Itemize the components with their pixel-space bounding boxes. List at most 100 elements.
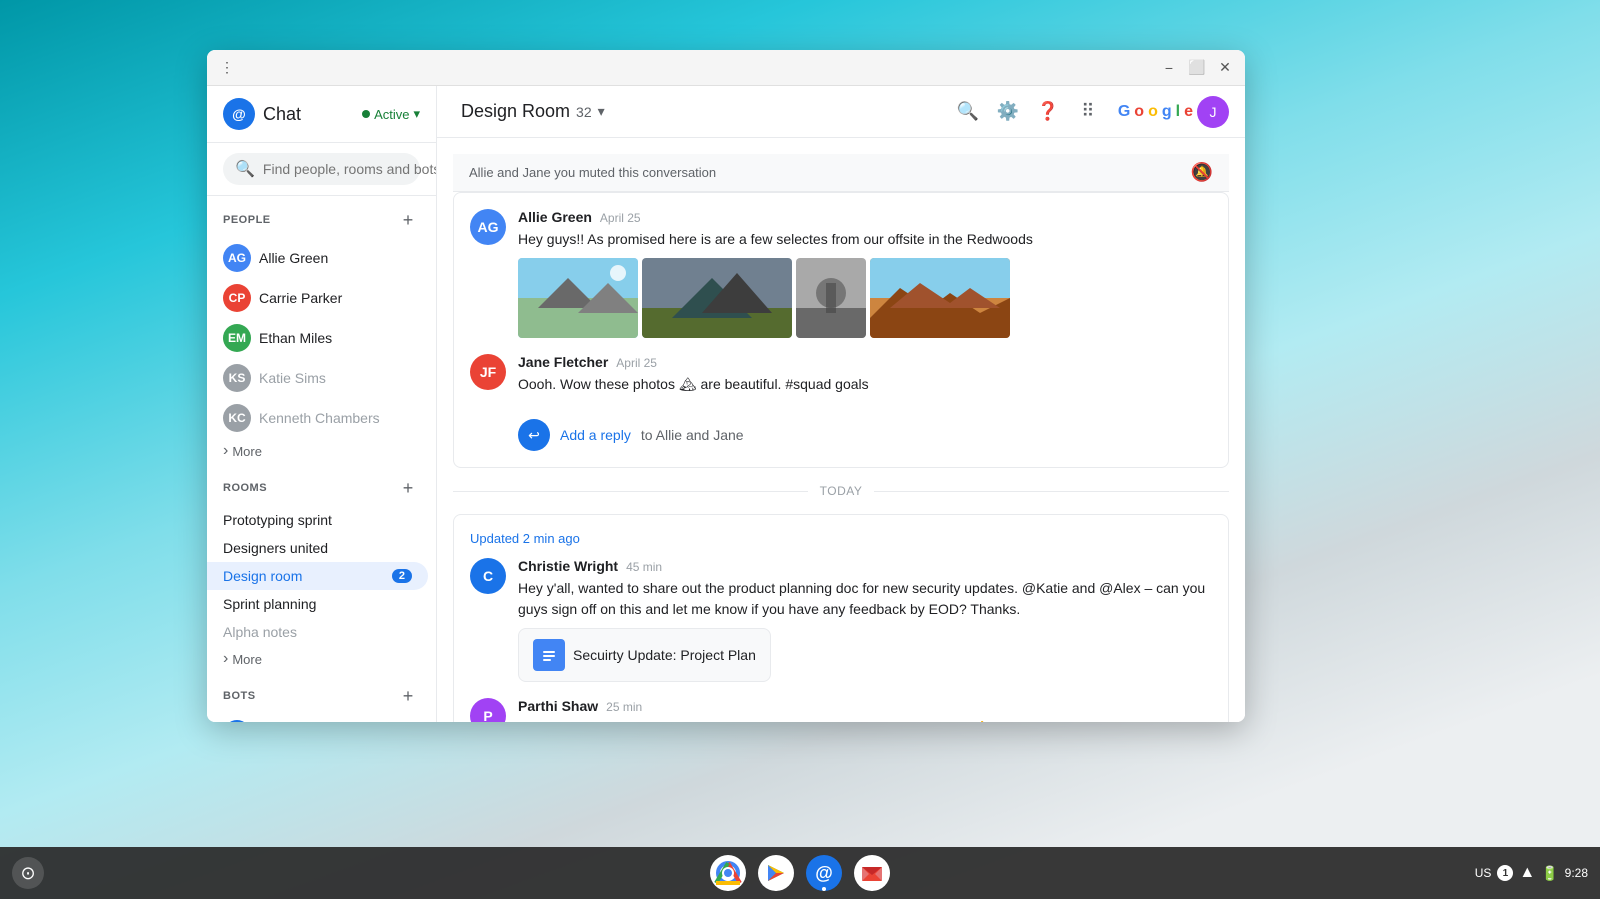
main-chat-area: Design Room 32 ▾ 🔍 ⚙️ ❓ ⠿ Google J <box>437 86 1245 722</box>
taskbar-left <box>12 857 44 889</box>
active-dot <box>726 887 730 891</box>
reply-to-label: to Allie and Jane <box>641 427 744 443</box>
image-thumbnail[interactable] <box>870 258 1010 338</box>
separator-line <box>453 491 808 492</box>
person-name: Kenneth Chambers <box>259 410 380 426</box>
people-item[interactable]: CP Carrie Parker <box>207 278 436 318</box>
avatar: AG <box>223 244 251 272</box>
region-label: US <box>1475 866 1492 880</box>
message: C Christie Wright 45 min Hey y'all, want… <box>470 558 1212 682</box>
avatar: KS <box>223 364 251 392</box>
room-item[interactable]: Sprint planning <box>207 590 436 618</box>
image-thumbnail[interactable] <box>642 258 792 338</box>
message-sender: Allie Green <box>518 209 592 225</box>
taskbar: @ US 1 ▲ 🔋 9:28 <box>0 847 1600 899</box>
message: JF Jane Fletcher April 25 Oooh. Wow thes… <box>470 354 1212 395</box>
message-header: Allie Green April 25 <box>518 209 1212 225</box>
wifi-icon: ▲ <box>1519 864 1535 882</box>
people-section-header: PEOPLE + <box>207 196 436 238</box>
taskbar-right: US 1 ▲ 🔋 9:28 <box>1475 864 1588 882</box>
message-content: Allie Green April 25 Hey guys!! As promi… <box>518 209 1212 338</box>
mute-notice: Allie and Jane you muted this conversati… <box>453 154 1229 192</box>
settings-button[interactable]: ⚙️ <box>990 94 1026 130</box>
chevron-down-icon: › <box>223 442 228 460</box>
file-attachment[interactable]: Secuirty Update: Project Plan <box>518 628 771 682</box>
mute-icon[interactable]: 🔕 <box>1191 162 1213 183</box>
chat-messages: Allie and Jane you muted this conversati… <box>437 138 1245 722</box>
reply-button[interactable]: ↩ <box>518 419 550 451</box>
people-item[interactable]: KC Kenneth Chambers <box>207 398 436 438</box>
header-actions: 🔍 ⚙️ ❓ ⠿ Google J <box>950 94 1229 130</box>
message-avatar: P <box>470 698 506 722</box>
more-label: More <box>232 652 262 667</box>
bots-section-header: BOTS + <box>207 672 436 714</box>
room-name: Alpha notes <box>223 624 297 640</box>
message-avatar: AG <box>470 209 506 245</box>
sidebar-search-area: 🔍 <box>207 143 436 196</box>
status-dropdown[interactable]: Active ▾ <box>362 106 420 122</box>
person-name: Carrie Parker <box>259 290 342 306</box>
room-name-label: Design Room <box>461 101 570 122</box>
room-item[interactable]: Prototyping sprint <box>207 506 436 534</box>
search-box[interactable]: 🔍 <box>223 153 420 185</box>
message-sender: Christie Wright <box>518 558 618 574</box>
people-item[interactable]: EM Ethan Miles <box>207 318 436 358</box>
close-button[interactable]: ✕ <box>1213 56 1237 80</box>
active-dot <box>822 887 826 891</box>
chat-header: Design Room 32 ▾ 🔍 ⚙️ ❓ ⠿ Google J <box>437 86 1245 138</box>
apps-button[interactable]: ⠿ <box>1070 94 1106 130</box>
battery-icon: 🔋 <box>1541 865 1558 882</box>
taskbar-icon-play-store[interactable] <box>756 853 796 893</box>
notification-badge: 1 <box>1497 865 1513 881</box>
dropdown-chevron-icon: ▾ <box>598 103 605 120</box>
message-time: 45 min <box>626 560 662 574</box>
person-name: Katie Sims <box>259 370 326 386</box>
thread-card: AG Allie Green April 25 Hey guys!! As pr… <box>453 192 1229 468</box>
minimize-button[interactable]: − <box>1157 56 1181 80</box>
maximize-button[interactable]: ⬜ <box>1185 56 1209 80</box>
room-name: Design room <box>223 568 302 584</box>
message-avatar: JF <box>470 354 506 390</box>
message-sender: Parthi Shaw <box>518 698 598 714</box>
add-bot-button[interactable]: + <box>396 684 420 708</box>
room-item[interactable]: Alpha notes <box>207 618 436 646</box>
day-label: TODAY <box>820 484 863 498</box>
image-thumbnail[interactable] <box>796 258 866 338</box>
room-item[interactable]: Designers united <box>207 534 436 562</box>
room-name-button[interactable]: Design Room 32 ▾ <box>453 97 613 126</box>
bot-avatar: @ <box>223 720 251 722</box>
message-content: Parthi Shaw 25 min Looks great. I added … <box>518 698 1212 722</box>
room-item-active[interactable]: Design room 2 <box>207 562 428 590</box>
rooms-section-title: ROOMS <box>223 482 267 494</box>
message-sender: Jane Fletcher <box>518 354 608 370</box>
status-dot <box>362 110 370 118</box>
add-room-button[interactable]: + <box>396 476 420 500</box>
bot-item[interactable]: @ Chat <box>207 714 436 722</box>
message-header: Parthi Shaw 25 min <box>518 698 1212 714</box>
search-button[interactable]: 🔍 <box>950 94 986 130</box>
title-bar-menu-button[interactable]: ⋮ <box>215 56 239 80</box>
add-person-button[interactable]: + <box>396 208 420 232</box>
taskbar-status: US 1 ▲ 🔋 9:28 <box>1475 864 1588 882</box>
message-text: Oooh. Wow these photos 🏔 are beautiful. … <box>518 374 1212 395</box>
message-avatar: C <box>470 558 506 594</box>
taskbar-icon-gmail[interactable] <box>852 853 892 893</box>
message-text: Looks great. I added some small comments… <box>518 718 1212 722</box>
launcher-button[interactable] <box>12 857 44 889</box>
search-input[interactable] <box>263 161 437 177</box>
show-more-people[interactable]: › More <box>207 438 436 464</box>
avatar: CP <box>223 284 251 312</box>
room-name: Prototyping sprint <box>223 512 332 528</box>
taskbar-icon-chrome[interactable] <box>708 853 748 893</box>
image-thumbnail[interactable] <box>518 258 638 338</box>
show-more-rooms[interactable]: › More <box>207 646 436 672</box>
add-reply-link[interactable]: Add a reply <box>560 427 631 443</box>
today-thread-card: Updated 2 min ago C Christie Wright 45 m… <box>453 514 1229 722</box>
help-button[interactable]: ❓ <box>1030 94 1066 130</box>
message-text: Hey y'all, wanted to share out the produ… <box>518 578 1212 620</box>
user-avatar[interactable]: J <box>1197 96 1229 128</box>
avatar: EM <box>223 324 251 352</box>
people-item[interactable]: AG Allie Green <box>207 238 436 278</box>
taskbar-icon-google-chat[interactable]: @ <box>804 853 844 893</box>
people-item[interactable]: KS Katie Sims <box>207 358 436 398</box>
